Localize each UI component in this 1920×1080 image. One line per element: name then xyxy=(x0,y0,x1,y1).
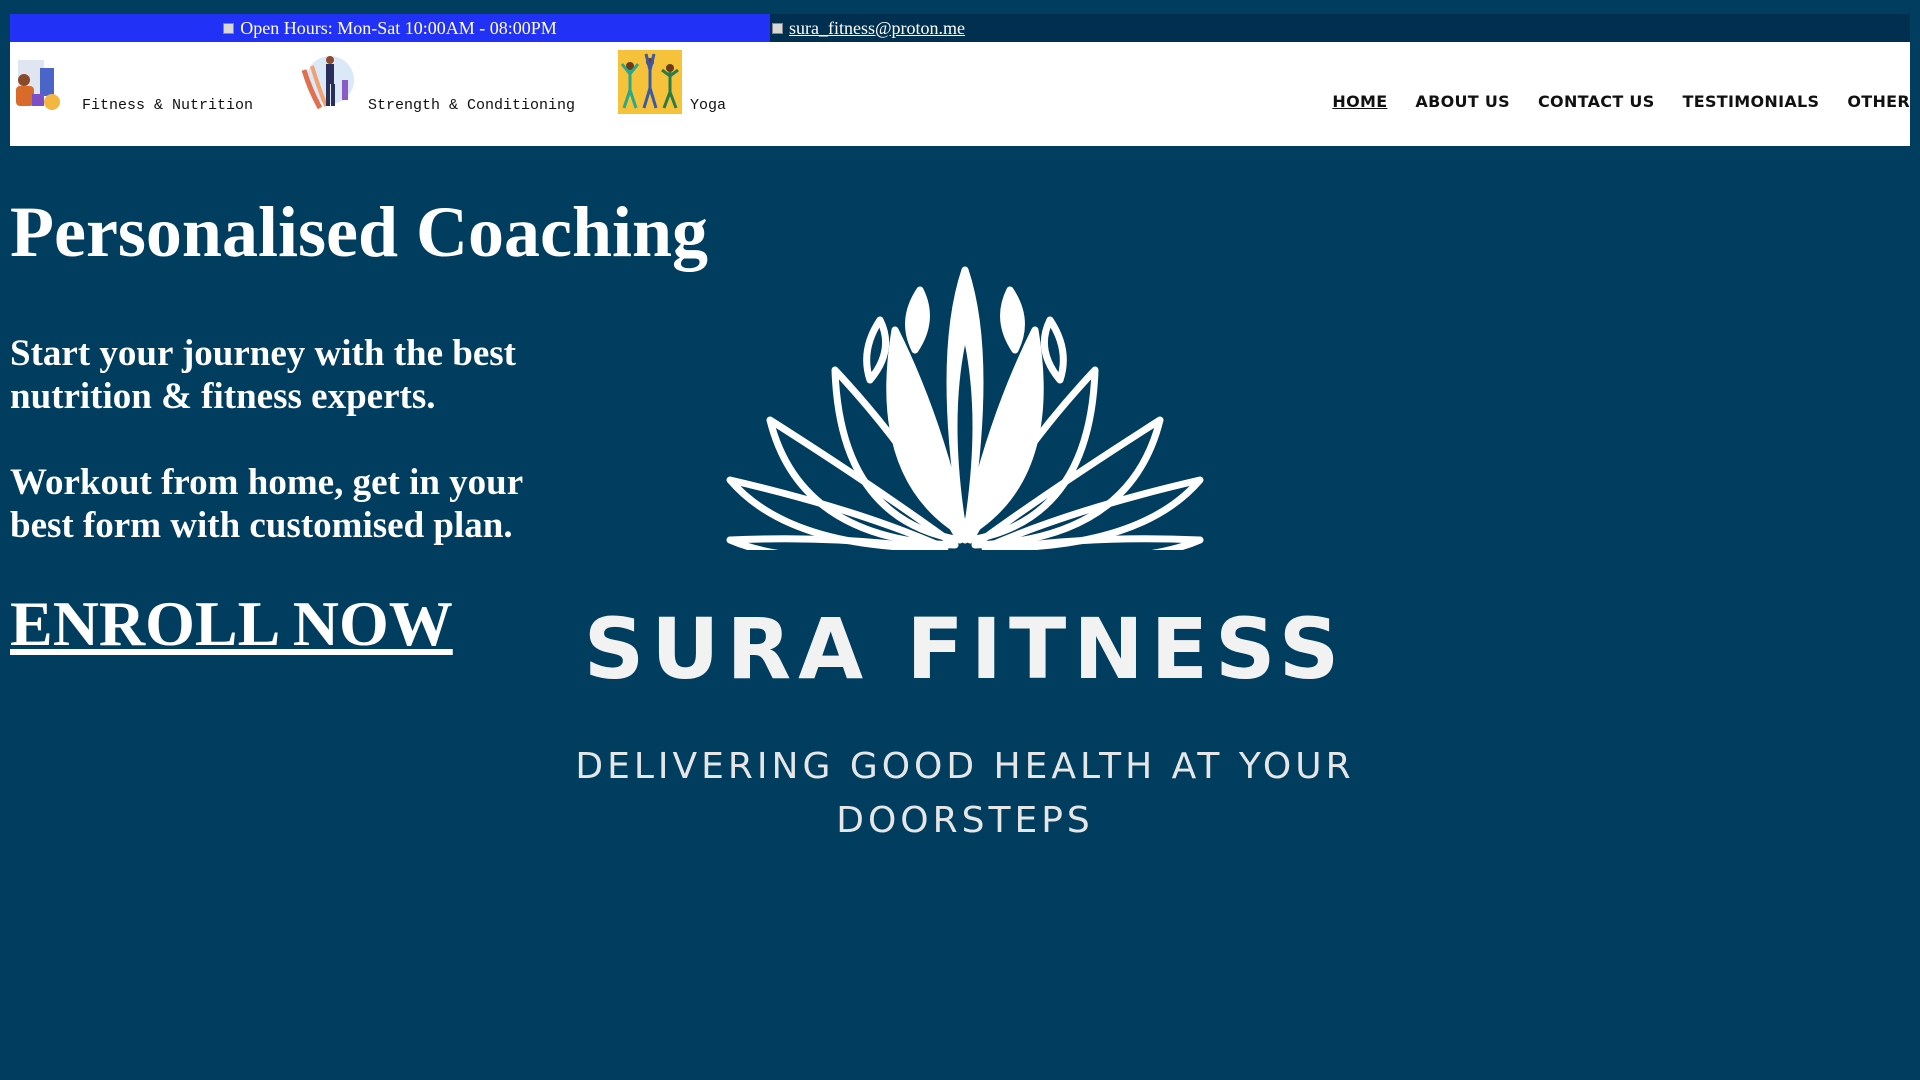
email-link[interactable]: sura_fitness@proton.me xyxy=(789,18,965,39)
header-navbar: Fitness & Nutrition Strength & Condition… xyxy=(10,42,1910,146)
nav-home[interactable]: HOME xyxy=(1332,92,1387,111)
nav-about-us[interactable]: ABOUT US xyxy=(1415,92,1510,111)
open-hours: Open Hours: Mon-Sat 10:00AM - 08:00PM xyxy=(10,14,770,42)
hero-line-1: Start your journey with the best nutriti… xyxy=(10,333,516,417)
nav-contact-us[interactable]: CONTACT US xyxy=(1538,92,1655,111)
category-yoga[interactable]: Yoga xyxy=(618,50,726,114)
email-contact: sura_fitness@proton.me xyxy=(772,14,965,42)
category-fitness-nutrition[interactable]: Fitness & Nutrition xyxy=(10,50,253,114)
yoga-icon xyxy=(618,50,682,114)
nav-testimonials[interactable]: TESTIMONIALS xyxy=(1683,92,1820,111)
tagline-line-2: DOORSTEPS xyxy=(836,800,1094,841)
enroll-now-link[interactable]: ENROLL NOW xyxy=(10,592,453,656)
lotus-icon xyxy=(726,266,1204,550)
sura-fitness-logo: SURA FITNESS DELIVERING GOOD HEALTH AT Y… xyxy=(540,250,1390,860)
category-strength-conditioning[interactable]: Strength & Conditioning xyxy=(296,50,575,114)
tagline-line-1: DELIVERING GOOD HEALTH AT YOUR xyxy=(575,746,1355,787)
category-label: Fitness & Nutrition xyxy=(82,97,254,114)
brand-tagline: DELIVERING GOOD HEALTH AT YOUR DOORSTEPS xyxy=(540,740,1390,848)
mail-icon xyxy=(772,22,783,34)
brand-name: SURA FITNESS xyxy=(583,600,1347,698)
main-nav: HOME ABOUT US CONTACT US TESTIMONIALS OT… xyxy=(1332,92,1910,111)
category-label: Strength & Conditioning xyxy=(368,97,576,114)
clock-icon xyxy=(223,22,235,34)
fitness-nutrition-icon xyxy=(10,50,74,114)
nav-other[interactable]: OTHER xyxy=(1847,92,1910,111)
category-label: Yoga xyxy=(690,97,727,114)
open-hours-text: Open Hours: Mon-Sat 10:00AM - 08:00PM xyxy=(240,17,557,38)
strength-conditioning-icon xyxy=(296,50,360,114)
top-info-bar: Open Hours: Mon-Sat 10:00AM - 08:00PM su… xyxy=(10,14,1910,42)
hero-line-2: Workout from home, get in your best form… xyxy=(10,462,523,546)
